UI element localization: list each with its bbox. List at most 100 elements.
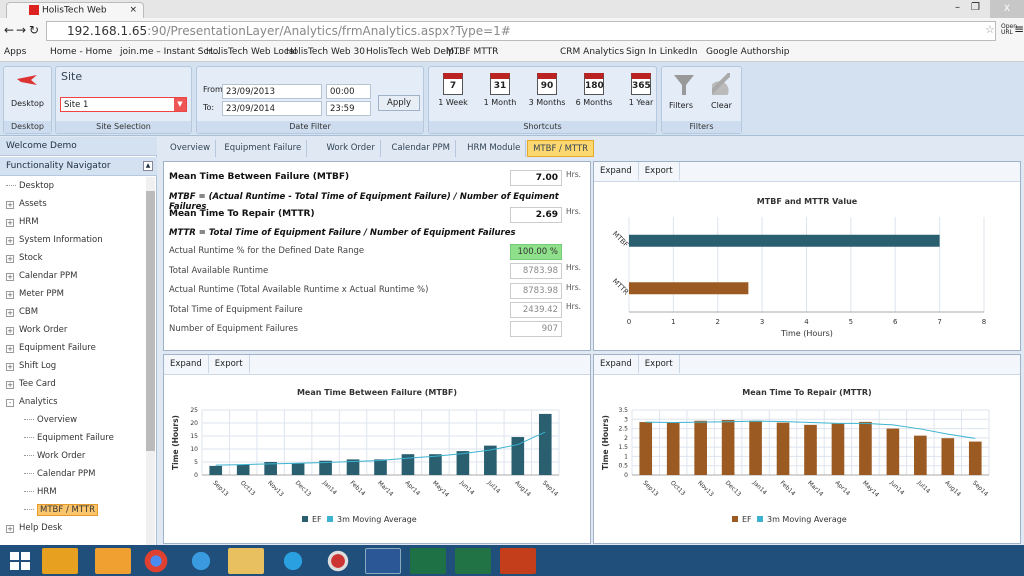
nav-item[interactable]: + System Information [6,235,103,245]
filters-button[interactable]: Filters [669,101,693,110]
browser-tab[interactable]: HolisTech Web × [6,2,144,18]
expand-node-icon[interactable]: + [6,291,14,299]
shortcut-1-month[interactable]: 31 1 Month [478,73,522,107]
bookmark[interactable]: Google Authorship [706,47,790,57]
nav-item[interactable]: MTBF / MTTR [24,504,98,516]
nav-item[interactable]: + Assets [6,199,47,209]
nav-item[interactable]: + Help Desk [6,523,62,533]
ie-icon[interactable] [183,548,219,574]
close-tab-icon[interactable]: × [129,5,137,15]
expand-button[interactable]: Expand [164,355,209,373]
export-button[interactable]: Export [639,162,680,180]
clear-button[interactable]: Clear [711,101,732,110]
expand-node-icon[interactable]: + [6,255,14,263]
expand-node-icon[interactable]: + [6,309,14,317]
nav-item[interactable]: - Analytics [6,397,58,407]
excel-icon[interactable] [410,548,446,574]
expand-node-icon[interactable]: + [6,201,14,209]
tab-work-order[interactable]: Work Order [322,140,381,157]
nav-item[interactable]: HRM [24,487,57,497]
collapse-icon[interactable]: ▲ [143,161,153,171]
browser-tab-bar: HolisTech Web × X ❐ – [0,0,1024,18]
expand-node-icon[interactable]: + [6,219,14,227]
export-button[interactable]: Export [639,355,680,373]
window-restore-button[interactable]: ❐ [971,2,980,13]
tab-overview[interactable]: Overview [165,140,217,157]
powerpoint-icon[interactable] [500,548,536,574]
to-time-input[interactable]: 23:59 [326,101,371,116]
bookmark[interactable]: Apps [4,47,26,57]
menu-icon[interactable]: ≡ [1014,22,1024,36]
word-icon[interactable] [365,548,401,574]
window-minimize-button[interactable]: – [955,2,960,13]
start-icon[interactable] [10,552,30,570]
to-label: To: [203,103,215,112]
bookmark[interactable]: Sign In LinkedIn [626,47,697,57]
site-select[interactable]: Site 1 ▼ [60,97,187,112]
expand-node-icon[interactable]: + [6,525,14,533]
bookmark[interactable]: Home - Home [50,47,112,57]
outlook-icon[interactable] [42,548,78,574]
from-date-input[interactable]: 23/09/2013 [222,84,322,99]
nav-item[interactable]: Desktop [6,181,54,191]
expand-button[interactable]: Expand [594,355,639,373]
nav-item[interactable]: + Shift Log [6,361,56,371]
bookmark[interactable]: HolisTech Web 30 [286,47,365,57]
expand-node-icon[interactable]: + [6,363,14,371]
shortcut-3-months[interactable]: 90 3 Months [525,73,569,107]
collapse-node-icon[interactable]: - [6,399,14,407]
tab-hrm-module[interactable]: HRM Module [462,140,527,157]
tab-mtbf-mttr[interactable]: MTBF / MTTR [527,140,595,157]
lync-icon[interactable] [95,548,131,574]
nav-item[interactable]: + HRM [6,217,39,227]
bookmark[interactable]: CRM Analytics [560,47,624,57]
bookmark[interactable]: join.me – Instant Scr... [120,47,220,57]
expand-button[interactable]: Expand [594,162,639,180]
nav-item[interactable]: Calendar PPM [24,469,96,479]
nav-item[interactable]: Overview [24,415,77,425]
export-button[interactable]: Export [209,355,250,373]
scrollbar-thumb[interactable] [146,191,155,451]
tab-calendar-ppm[interactable]: Calendar PPM [387,140,457,157]
skype-icon[interactable] [275,548,311,574]
shortcut-1-week[interactable]: 7 1 Week [431,73,475,107]
expand-node-icon[interactable]: + [6,327,14,335]
bookmark[interactable]: HolisTech Web Local [206,47,297,57]
chart-title: Mean Time To Repair (MTTR) [742,388,871,397]
expand-node-icon[interactable]: + [6,345,14,353]
expand-node-icon[interactable]: + [6,381,14,389]
nav-item[interactable]: + Meter PPM [6,289,64,299]
explorer-icon[interactable] [228,548,264,574]
apply-button[interactable]: Apply [378,95,420,111]
tree-scrollbar[interactable] [146,177,155,545]
x-tick-label: Mar14 [376,479,394,497]
nav-item[interactable]: + Tee Card [6,379,56,389]
nav-item[interactable]: + Stock [6,253,43,263]
snipping-icon[interactable] [320,548,356,574]
nav-item[interactable]: + Equipment Failure [6,343,96,353]
expand-node-icon[interactable]: + [6,273,14,281]
shortcut-6-months[interactable]: 180 6 Months [572,73,616,107]
tree-line-icon [24,509,34,510]
expand-node-icon[interactable]: + [6,237,14,245]
bookmark[interactable]: MTBF MTTR [446,47,498,57]
project-icon[interactable] [455,548,491,574]
chrome-icon[interactable] [138,548,174,574]
star-icon[interactable]: ☆ [985,23,995,36]
to-date-input[interactable]: 23/09/2014 [222,101,322,116]
chevron-down-icon[interactable]: ▼ [174,98,186,111]
nav-item[interactable]: Work Order [24,451,85,461]
shortcut-1-year[interactable]: 365 1 Year [619,73,663,107]
nav-item[interactable]: + Calendar PPM [6,271,78,281]
back-icon[interactable]: ← [4,23,14,37]
nav-item[interactable]: + Work Order [6,325,67,335]
nav-item[interactable]: + CBM [6,307,38,317]
url-input[interactable]: 192.168.1.65:90/PresentationLayer/Analyt… [46,21,996,41]
reload-icon[interactable]: ↻ [29,23,39,37]
window-close-button[interactable]: X [990,0,1024,18]
nav-item[interactable]: Equipment Failure [24,433,114,443]
desktop-button[interactable]: Desktop [4,99,51,108]
tab-equipment-failure[interactable]: Equipment Failure [219,140,308,157]
from-time-input[interactable]: 00:00 [326,84,371,99]
forward-icon[interactable]: → [16,23,26,37]
